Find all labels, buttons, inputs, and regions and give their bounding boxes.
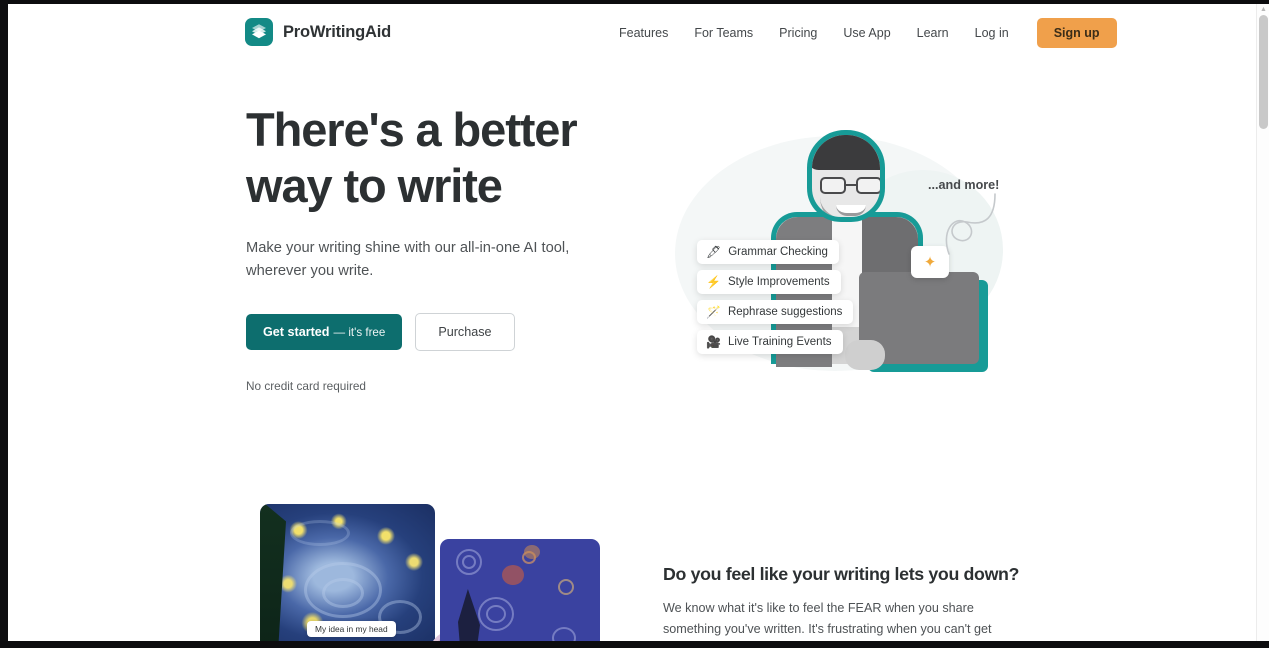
magic-wand-icon: 🪄 <box>706 305 721 319</box>
page-content: ProWritingAid Features For Teams Pricing… <box>8 4 1261 641</box>
doodle-spiral <box>462 555 476 569</box>
person-hair <box>812 135 880 170</box>
doodle-spiral <box>552 627 576 641</box>
scrollbar-thumb[interactable] <box>1259 15 1268 129</box>
site-header: ProWritingAid Features For Teams Pricing… <box>8 4 1261 61</box>
person-head <box>807 130 885 222</box>
glasses-lens-left <box>820 177 846 194</box>
feature-pill-grammar-checking: 🖋 Grammar Checking <box>697 240 839 264</box>
nav-link-use-app[interactable]: Use App <box>830 26 903 40</box>
chevron-up-icon[interactable]: ▲ <box>1260 6 1267 13</box>
doodle-spiral <box>486 605 506 623</box>
window-bottom-edge <box>0 641 1269 648</box>
sign-up-button[interactable]: Sign up <box>1036 17 1117 48</box>
hero-subtitle: Make your writing shine with our all-in-… <box>246 240 570 279</box>
glasses-bridge <box>846 184 856 187</box>
brand-name: ProWritingAid <box>283 22 392 41</box>
hero-title-line-2: way to write <box>246 159 503 212</box>
plain-cypress-tree <box>458 589 480 641</box>
nav-link-for-teams[interactable]: For Teams <box>681 26 766 40</box>
nav-link-learn[interactable]: Learn <box>904 26 962 40</box>
feature-pill-style-improvements: ⚡ Style Improvements <box>697 270 841 294</box>
artwork-caption: My idea in my head <box>307 621 396 637</box>
hero-copy: There's a better way to write Make your … <box>246 102 606 393</box>
feature-pill-label: Rephrase suggestions <box>727 306 843 318</box>
feature-pill-label: Style Improvements <box>727 276 830 288</box>
feather-pen-icon: 🖋 <box>706 245 722 259</box>
get-started-button[interactable]: Get started — it's free <box>246 314 403 350</box>
section-title: Do you feel like your writing lets you d… <box>663 564 1020 584</box>
lightning-bolt-icon: ⚡ <box>706 275 721 289</box>
feature-pill-label: Grammar Checking <box>728 246 828 258</box>
person-hand <box>845 340 885 370</box>
section-body: We know what it's like to feel the FEAR … <box>663 601 992 636</box>
paint-blot <box>524 545 540 559</box>
brand-logo[interactable]: ProWritingAid <box>245 18 391 46</box>
glasses-lens-right <box>856 177 880 194</box>
window-left-edge <box>0 0 8 648</box>
hero-cta-group: Get started — it's free Purchase <box>246 313 606 351</box>
main-navigation: Features For Teams Pricing Use App Learn… <box>606 4 1117 61</box>
browser-frame: ProWritingAid Features For Teams Pricing… <box>0 0 1269 648</box>
no-credit-card-note: No credit card required <box>246 379 366 393</box>
starry-night-artwork: My idea in my head <box>260 504 435 641</box>
vertical-scrollbar[interactable]: ▲ <box>1256 4 1269 641</box>
feature-pill-rephrase-suggestions: 🪄 Rephrase suggestions <box>697 300 854 324</box>
and-more-label: ...and more! <box>928 178 1000 192</box>
doodle-spiral <box>558 579 574 595</box>
nav-link-features[interactable]: Features <box>606 26 681 40</box>
glasses-icon <box>818 177 880 194</box>
feature-pill-live-training-events: 🎥 Live Training Events <box>697 330 843 354</box>
paint-swirl <box>322 578 364 608</box>
nav-link-log-in[interactable]: Log in <box>962 26 1022 40</box>
hero-illustration: ✦ ...and more! 🖋 Grammar Checking ⚡ Styl… <box>663 100 1023 400</box>
section-writing-lets-you-down: Do you feel like your writing lets you d… <box>663 564 1023 641</box>
paint-swirl <box>290 520 350 546</box>
feature-pill-label: Live Training Events <box>727 336 832 348</box>
browser-viewport: ProWritingAid Features For Teams Pricing… <box>8 4 1261 641</box>
get-started-label: Get started <box>263 325 330 339</box>
cypress-tree <box>260 504 286 641</box>
movie-camera-icon: 🎥 <box>706 335 721 349</box>
purchase-button[interactable]: Purchase <box>415 313 515 351</box>
hero-title: There's a better way to write <box>246 102 606 214</box>
stacked-pages-logo-icon <box>245 18 273 46</box>
get-started-sublabel: — it's free <box>333 326 386 339</box>
paint-blot <box>502 565 524 585</box>
plain-artwork <box>440 539 600 641</box>
window-top-edge <box>0 0 1269 4</box>
curly-arrow-icon <box>945 193 996 255</box>
hero-title-line-1: There's a better <box>246 103 578 156</box>
nav-link-pricing[interactable]: Pricing <box>766 26 830 40</box>
